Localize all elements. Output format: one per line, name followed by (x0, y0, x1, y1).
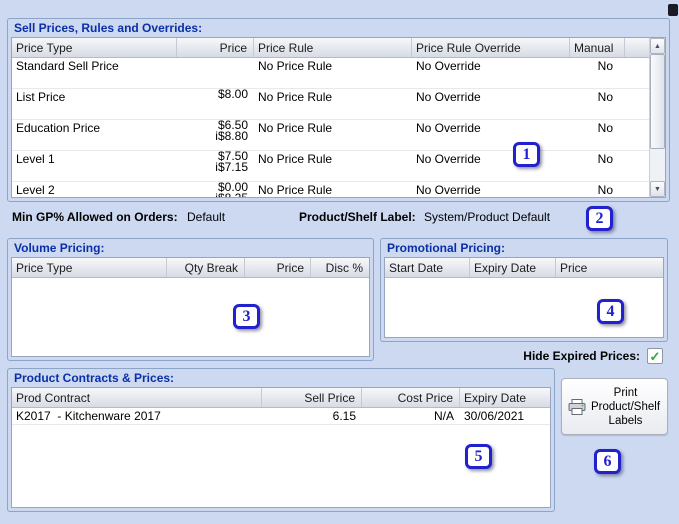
column-header-filler (625, 38, 649, 57)
override-cell: No Override (412, 120, 570, 136)
column-header-manual: Manual (570, 38, 625, 57)
scrollbar-thumb[interactable] (650, 54, 665, 149)
sell-price-cell: 6.15 (262, 408, 362, 424)
chevron-down-icon: ▼ (654, 186, 661, 193)
cost-price-cell: N/A (362, 408, 460, 424)
scroll-down-button[interactable]: ▼ (650, 181, 665, 197)
price-rule-cell: No Price Rule (254, 58, 412, 74)
column-header-price: Price (177, 38, 254, 57)
price-rule-cell: No Price Rule (254, 120, 412, 136)
override-cell: No Override (412, 58, 570, 74)
price-type-cell: List Price (12, 89, 177, 105)
table-row[interactable]: Standard Sell Price $8.00 i$8.80 No Pric… (12, 58, 649, 89)
column-header-qty-break: Qty Break (167, 258, 245, 277)
price-type-cell: Standard Sell Price (12, 58, 177, 74)
column-header-price: Price (245, 258, 311, 277)
price-type-cell: Level 1 (12, 151, 177, 167)
shelf-label-label: Product/Shelf Label: (299, 210, 416, 224)
price-type-cell: Education Price (12, 120, 177, 136)
checkmark-icon: ✓ (650, 350, 661, 363)
volume-pricing-title: Volume Pricing: (14, 241, 104, 255)
price-rule-cell: No Price Rule (254, 182, 412, 198)
table-row[interactable]: K2017 - Kitchenware 2017 6.15 N/A 30/06/… (12, 408, 550, 425)
price-rule-cell: No Price Rule (254, 89, 412, 105)
product-pricing-panel: Sell Prices, Rules and Overrides: Price … (0, 0, 679, 524)
table-row[interactable]: List Price $6.50 i$7.15 No Price Rule No… (12, 89, 649, 120)
column-header-price-rule: Price Rule (254, 38, 412, 57)
sell-prices-grid: Price Type Price Price Rule Price Rule O… (11, 37, 666, 198)
column-header-price: Price (556, 258, 663, 277)
column-header-price-rule-override: Price Rule Override (412, 38, 570, 57)
sell-prices-groupbox: Sell Prices, Rules and Overrides: Price … (7, 18, 670, 202)
annotation-badge-6: 6 (594, 449, 621, 474)
column-header-expiry-date: Expiry Date (460, 388, 550, 407)
print-labels-button[interactable]: Print Product/Shelf Labels (561, 378, 668, 435)
volume-pricing-groupbox: Volume Pricing: Price Type Qty Break Pri… (7, 238, 374, 361)
contracts-title: Product Contracts & Prices: (14, 371, 174, 385)
promotional-pricing-header-row: Start Date Expiry Date Price (385, 258, 663, 278)
manual-cell: No (570, 89, 625, 105)
column-header-prod-contract: Prod Contract (12, 388, 262, 407)
column-header-start-date: Start Date (385, 258, 470, 277)
print-labels-button-label: Print Product/Shelf Labels (588, 386, 663, 428)
manual-cell: No (570, 58, 625, 74)
table-row[interactable]: Level 1 $0.00 i$0.00 No Price Rule No Ov… (12, 151, 649, 182)
hide-expired-row: Hide Expired Prices: ✓ (380, 347, 668, 365)
annotation-badge-3: 3 (233, 304, 260, 329)
window-corner-artifact (668, 4, 678, 16)
sell-prices-header-row: Price Type Price Price Rule Price Rule O… (12, 38, 649, 58)
override-cell: No Override (412, 151, 570, 167)
chevron-up-icon: ▲ (654, 43, 661, 50)
promotional-pricing-grid: Start Date Expiry Date Price (384, 257, 664, 338)
annotation-badge-4: 4 (597, 299, 624, 324)
promotional-pricing-title: Promotional Pricing: (387, 241, 505, 255)
column-header-expiry-date: Expiry Date (470, 258, 556, 277)
column-header-price-type: Price Type (12, 258, 167, 277)
min-gp-label: Min GP% Allowed on Orders: (12, 210, 178, 224)
override-cell: No Override (412, 182, 570, 198)
annotation-badge-1: 1 (513, 142, 540, 167)
contracts-groupbox: Product Contracts & Prices: Prod Contrac… (7, 368, 555, 512)
printer-icon (568, 399, 586, 415)
vertical-scrollbar[interactable]: ▲ ▼ (649, 38, 665, 197)
contract-cell: K2017 - Kitchenware 2017 (12, 408, 262, 424)
price-cell: $0.00 i$0.00 (177, 182, 254, 198)
column-header-disc-pct: Disc % (311, 258, 369, 277)
sell-prices-title: Sell Prices, Rules and Overrides: (14, 21, 202, 35)
manual-cell: No (570, 151, 625, 167)
contracts-header-row: Prod Contract Sell Price Cost Price Expi… (12, 388, 550, 408)
hide-expired-label: Hide Expired Prices: (523, 349, 640, 363)
min-gp-value: Default (187, 210, 225, 224)
sell-prices-grid-content: Price Type Price Price Rule Price Rule O… (12, 38, 649, 197)
expiry-date-cell: 30/06/2021 (460, 408, 550, 424)
column-header-price-type: Price Type (12, 38, 177, 57)
volume-pricing-header-row: Price Type Qty Break Price Disc % (12, 258, 369, 278)
promotional-pricing-groupbox: Promotional Pricing: Start Date Expiry D… (380, 238, 668, 342)
table-row[interactable]: Level 2 $0.00 i$0.00 No Price Rule No Ov… (12, 182, 649, 198)
column-header-sell-price: Sell Price (262, 388, 362, 407)
annotation-badge-5: 5 (465, 444, 492, 469)
hide-expired-checkbox[interactable]: ✓ (647, 348, 663, 364)
manual-cell: No (570, 182, 625, 198)
price-type-cell: Level 2 (12, 182, 177, 198)
annotation-badge-2: 2 (586, 206, 613, 231)
column-header-cost-price: Cost Price (362, 388, 460, 407)
volume-pricing-grid: Price Type Qty Break Price Disc % (11, 257, 370, 357)
shelf-label-value: System/Product Default (424, 210, 550, 224)
scroll-up-button[interactable]: ▲ (650, 38, 665, 54)
manual-cell: No (570, 120, 625, 136)
table-row[interactable]: Education Price $7.50 i$8.25 No Price Ru… (12, 120, 649, 151)
scrollbar-track[interactable] (650, 54, 665, 181)
override-cell: No Override (412, 89, 570, 105)
price-rule-cell: No Price Rule (254, 151, 412, 167)
